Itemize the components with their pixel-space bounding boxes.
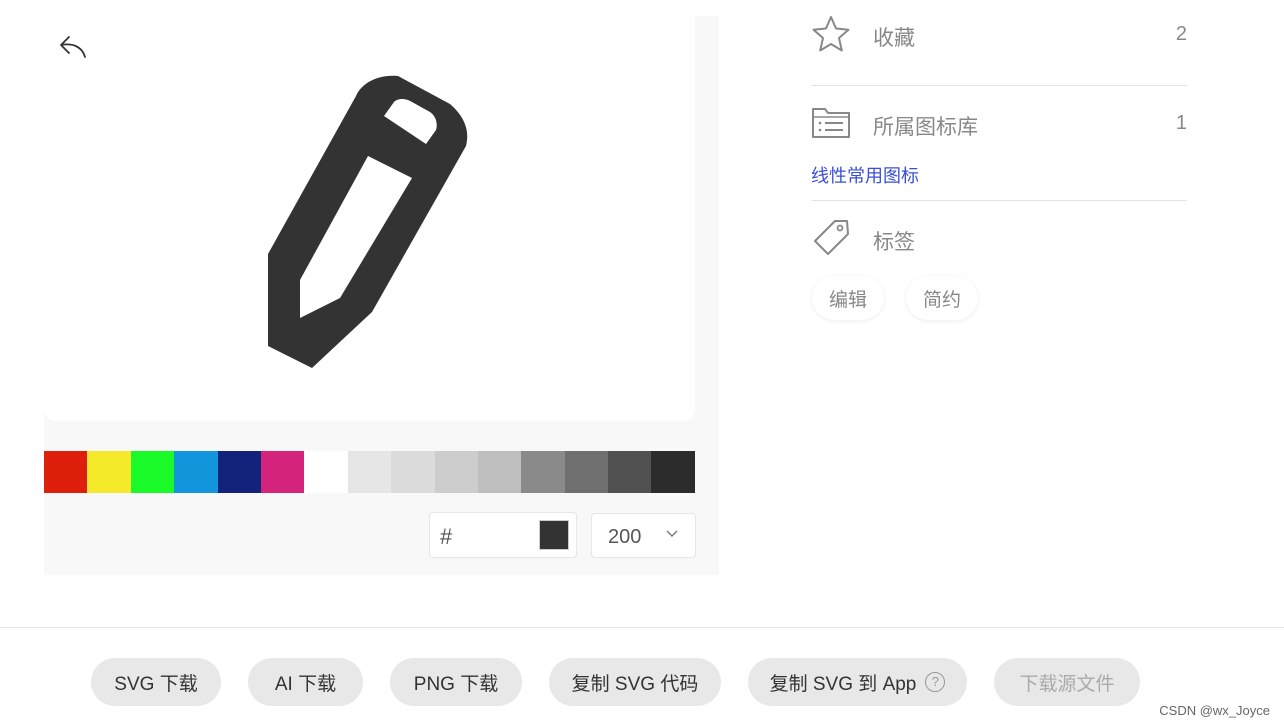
hex-prefix: # — [440, 524, 453, 549]
copy-svg-to-app-label: 复制 SVG 到 App — [769, 673, 917, 695]
tag-chip[interactable]: 简约 — [906, 276, 978, 320]
favorite-count: 2 — [1175, 23, 1187, 45]
library-link[interactable]: 线性常用图标 — [811, 162, 919, 188]
color-palette — [44, 451, 696, 493]
size-select[interactable]: 200 — [591, 513, 696, 558]
tag-chip[interactable]: 编辑 — [812, 276, 884, 320]
color-swatch[interactable] — [44, 451, 88, 493]
undo-arrow-icon[interactable] — [58, 32, 90, 60]
copy-svg-code-button[interactable]: 复制 SVG 代码 — [549, 658, 721, 706]
tags-row: 标签 — [811, 218, 1187, 262]
chevron-down-icon — [666, 530, 678, 537]
library-count: 1 — [1175, 112, 1187, 134]
favorite-label: 收藏 — [873, 27, 915, 50]
question-circle-icon[interactable]: ? — [925, 672, 946, 692]
footer-divider — [0, 627, 1284, 628]
ai-download-button[interactable]: AI 下载 — [248, 658, 363, 706]
color-swatch[interactable] — [434, 451, 478, 493]
size-value: 200 — [608, 526, 642, 548]
copy-svg-to-app-button[interactable]: 复制 SVG 到 App ? — [748, 658, 967, 706]
color-swatch[interactable] — [651, 451, 695, 493]
color-swatch[interactable] — [521, 451, 565, 493]
library-row: 所属图标库 1 — [811, 103, 1187, 147]
color-swatch[interactable] — [477, 451, 522, 493]
hex-color-input[interactable]: # — [429, 512, 577, 558]
divider — [811, 200, 1187, 201]
color-swatch[interactable] — [130, 451, 175, 493]
tag-icon — [814, 220, 849, 255]
color-swatch[interactable] — [217, 451, 261, 493]
download-source-button[interactable]: 下载源文件 — [994, 658, 1140, 706]
color-swatch[interactable] — [87, 451, 131, 493]
star-icon[interactable] — [811, 14, 851, 54]
favorite-row: 收藏 2 — [811, 14, 1187, 58]
tags-label: 标签 — [873, 231, 915, 254]
svg-download-button[interactable]: SVG 下载 — [91, 658, 221, 706]
icon-preview-panel: # 200 — [44, 16, 719, 575]
color-swatch[interactable] — [304, 451, 348, 493]
pencil-icon — [268, 75, 468, 369]
color-swatch[interactable] — [260, 451, 305, 493]
color-swatch[interactable] — [564, 451, 609, 493]
png-download-button[interactable]: PNG 下载 — [390, 658, 522, 706]
current-color-swatch[interactable] — [539, 520, 569, 550]
color-swatch[interactable] — [174, 451, 218, 493]
color-swatch[interactable] — [608, 451, 652, 493]
folder-list-icon — [812, 108, 850, 138]
divider — [811, 85, 1187, 86]
color-swatch[interactable] — [391, 451, 435, 493]
library-label: 所属图标库 — [873, 116, 978, 139]
icon-canvas — [44, 16, 695, 421]
color-swatch[interactable] — [347, 451, 392, 493]
watermark: CSDN @wx_Joyce — [1159, 703, 1270, 718]
